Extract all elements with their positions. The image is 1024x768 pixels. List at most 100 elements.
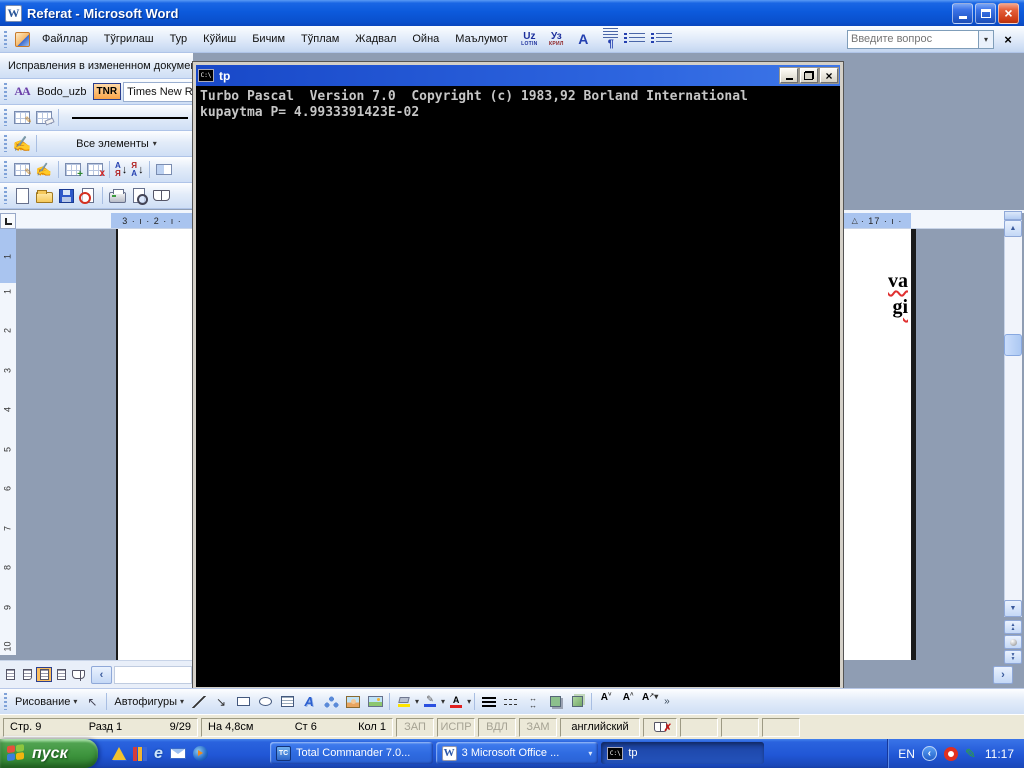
read-mode-button[interactable]	[151, 186, 171, 206]
uz-latin-button[interactable]: Uz LOTIN	[517, 28, 542, 50]
menubar-close-button[interactable]: ×	[998, 29, 1018, 49]
menu-view[interactable]: Тур	[162, 30, 196, 48]
horizontal-ruler-right[interactable]: △ · 17 · ı ·	[843, 213, 1004, 229]
record-macro-toggle[interactable]: ЗАП	[396, 717, 434, 737]
scroll-right-button[interactable]: ›	[993, 666, 1013, 684]
language-bar[interactable]: EN	[898, 747, 915, 761]
ink-annotations-button[interactable]: ✍	[12, 134, 32, 154]
view-print-layout-button[interactable]	[36, 667, 52, 682]
draw-menu-button[interactable]: Рисование ▾	[11, 696, 81, 708]
save-button[interactable]	[56, 186, 76, 206]
spelling-status[interactable]: ✗	[643, 717, 677, 737]
toolbar-grip[interactable]	[4, 187, 7, 204]
view-web-button[interactable]	[19, 667, 35, 682]
split-handle[interactable]	[1004, 211, 1022, 220]
browse-previous-button[interactable]: ▲ ▲	[1004, 620, 1022, 634]
font-color-button[interactable]: А	[446, 692, 466, 712]
line-style-sample[interactable]	[72, 116, 188, 119]
ruler-strip[interactable]: 3 · ı · 2 · ı ·	[16, 213, 193, 229]
3d-style-button[interactable]	[567, 692, 587, 712]
scroll-left-button[interactable]: ‹	[91, 665, 112, 684]
dropdown-icon[interactable]: ▾	[467, 697, 471, 706]
display-for-review-combo[interactable]: Исправления в измененном докумен	[8, 60, 193, 72]
new-document-button[interactable]	[12, 186, 32, 206]
properties-button[interactable]: ✍	[34, 160, 54, 180]
menu-help[interactable]: Маълумот	[447, 30, 516, 48]
language-indicator[interactable]: английский	[560, 717, 640, 737]
menu-insert[interactable]: Кўйиш	[195, 30, 244, 48]
open-button[interactable]	[34, 186, 54, 206]
clip-art-button[interactable]	[343, 692, 363, 712]
insert-picture-button[interactable]	[365, 692, 385, 712]
console-window[interactable]: C:\ tp × Turbo Pascal Version 7.0 Copyri…	[193, 62, 843, 690]
tray-pencil-icon[interactable]: ✎	[965, 746, 976, 762]
toolbar-grip[interactable]	[4, 83, 7, 100]
vertical-ruler[interactable]: 1 1 2 3 4 5 6 7 8 9 10	[0, 229, 16, 655]
console-minimize-button[interactable]	[780, 68, 798, 83]
console-restore-button[interactable]	[800, 68, 818, 83]
permission-button[interactable]	[78, 186, 98, 206]
toolbar-options-chevron[interactable]: »	[661, 696, 673, 707]
arrow-style-button[interactable]: ↔ ↔	[523, 692, 543, 712]
eraser-button[interactable]	[34, 108, 55, 128]
quick-launch-icon-1[interactable]	[112, 747, 126, 760]
grow-font-button[interactable]: A ˄	[618, 692, 638, 712]
close-button[interactable]: ×	[998, 2, 1019, 24]
oval-tool-button[interactable]	[255, 692, 275, 712]
merge-cells-button[interactable]	[154, 160, 174, 180]
select-objects-button[interactable]: ↖	[82, 692, 102, 712]
console-titlebar[interactable]: C:\ tp ×	[196, 65, 840, 86]
arrow-tool-button[interactable]: ↘	[211, 692, 231, 712]
menu-file[interactable]: Файллар	[34, 30, 96, 48]
extend-selection-toggle[interactable]: ВДЛ	[478, 717, 516, 737]
menu-tools[interactable]: Тўплам	[293, 30, 347, 48]
menu-window[interactable]: Ойна	[404, 30, 447, 48]
select-browse-object-button[interactable]	[1004, 635, 1022, 649]
toolbar-grip[interactable]	[4, 161, 7, 178]
indent-marker-icon[interactable]: △	[852, 216, 859, 225]
autoshapes-menu-button[interactable]: Автофигуры ▾	[110, 696, 188, 708]
menu-table[interactable]: Жадвал	[347, 30, 404, 48]
insert-row-button[interactable]: +	[63, 160, 83, 180]
maximize-button[interactable]	[975, 2, 996, 24]
horizontal-ruler[interactable]: 3 · ı · 2 · ı ·	[0, 213, 193, 229]
style-combo[interactable]: Bodo_uzb	[37, 86, 87, 98]
shadow-style-button[interactable]	[545, 692, 565, 712]
track-changes-toggle[interactable]: ИСПР	[437, 717, 475, 737]
toolbar-grip[interactable]	[4, 109, 7, 126]
dash-style-button[interactable]	[501, 692, 521, 712]
start-button[interactable]: пуск	[0, 739, 98, 768]
numbered-list-button[interactable]	[651, 28, 677, 50]
print-button[interactable]	[107, 186, 127, 206]
overtype-toggle[interactable]: ЗАМ	[519, 717, 557, 737]
rectangle-tool-button[interactable]	[233, 692, 253, 712]
view-outline-button[interactable]	[53, 667, 69, 682]
minimize-button[interactable]	[952, 2, 973, 24]
question-dropdown-icon[interactable]: ▾	[979, 29, 994, 49]
line-color-button[interactable]: ✎	[420, 692, 440, 712]
print-preview-button[interactable]	[129, 186, 149, 206]
toolbar-grip[interactable]	[4, 30, 7, 48]
edit-table-button[interactable]: ✎	[12, 160, 32, 180]
vertical-scrollbar-track[interactable]	[1004, 220, 1022, 617]
view-reading-button[interactable]	[70, 667, 86, 682]
text-direction-button[interactable]: A ↗ ▾	[640, 692, 660, 712]
horizontal-scrollbar-track[interactable]	[114, 665, 192, 684]
bullet-list-button[interactable]	[624, 28, 650, 50]
quick-launch-icon-2[interactable]	[133, 746, 147, 761]
letter-case-button[interactable]: A	[571, 28, 596, 50]
browse-next-button[interactable]: ▼ ▼	[1004, 650, 1022, 664]
delete-row-button[interactable]: x	[85, 160, 105, 180]
wordart-button[interactable]: A	[299, 692, 319, 712]
word-titlebar[interactable]: W Referat - Microsoft Word ×	[0, 0, 1024, 26]
tray-ring-icon[interactable]	[943, 746, 958, 761]
paragraph-format-button[interactable]: ¶	[598, 28, 623, 50]
outlook-express-icon[interactable]	[169, 748, 186, 759]
sort-ascending-button[interactable]: А Я ↓	[115, 161, 127, 178]
ruler-margin-zone[interactable]: △ · 17 · ı ·	[843, 213, 911, 228]
taskbar-button-office-group[interactable]: W 3 Microsoft Office ... ▾	[435, 742, 599, 764]
fill-color-button[interactable]	[394, 692, 414, 712]
dropdown-icon[interactable]: ▾	[441, 697, 445, 706]
hide-tray-icons-button[interactable]: ‹	[921, 746, 937, 761]
tab-selector[interactable]	[0, 213, 16, 229]
